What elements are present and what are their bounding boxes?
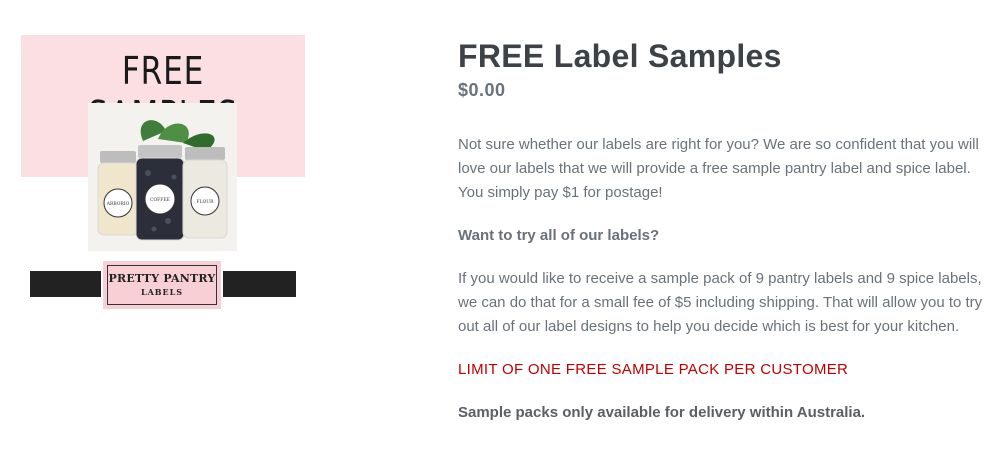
- limit-notice: LIMIT OF ONE FREE SAMPLE PACK PER CUSTOM…: [458, 361, 849, 378]
- jar-label-1: ARBORIO: [106, 201, 130, 207]
- jar-label-2: COFFEE: [150, 197, 170, 203]
- brand-name: PRETTY PANTRY: [108, 272, 216, 285]
- product-description: Not sure whether our labels are right fo…: [458, 133, 988, 425]
- product-price: $0.00: [458, 80, 506, 100]
- delivery-notice: Sample packs only available for delivery…: [458, 404, 866, 421]
- product-page: FREE SAMPLES: [0, 0, 997, 464]
- description-heading: Want to try all of our labels?: [458, 227, 660, 244]
- jar-photo: ARBORIO COFFEE FLOUR: [88, 103, 237, 251]
- product-info: FREE Label Samples $0.00 Not sure whethe…: [458, 36, 988, 444]
- product-image[interactable]: FREE SAMPLES: [21, 35, 305, 315]
- description-intro: Not sure whether our labels are right fo…: [458, 136, 979, 201]
- jar-label-3: FLOUR: [197, 199, 215, 205]
- product-title: FREE Label Samples: [458, 38, 782, 74]
- brand-logo: PRETTY PANTRY LABELS: [103, 261, 221, 309]
- description-body: If you would like to receive a sample pa…: [458, 270, 983, 335]
- brand-sub: LABELS: [140, 287, 184, 297]
- jars-illustration: ARBORIO COFFEE FLOUR: [88, 103, 237, 251]
